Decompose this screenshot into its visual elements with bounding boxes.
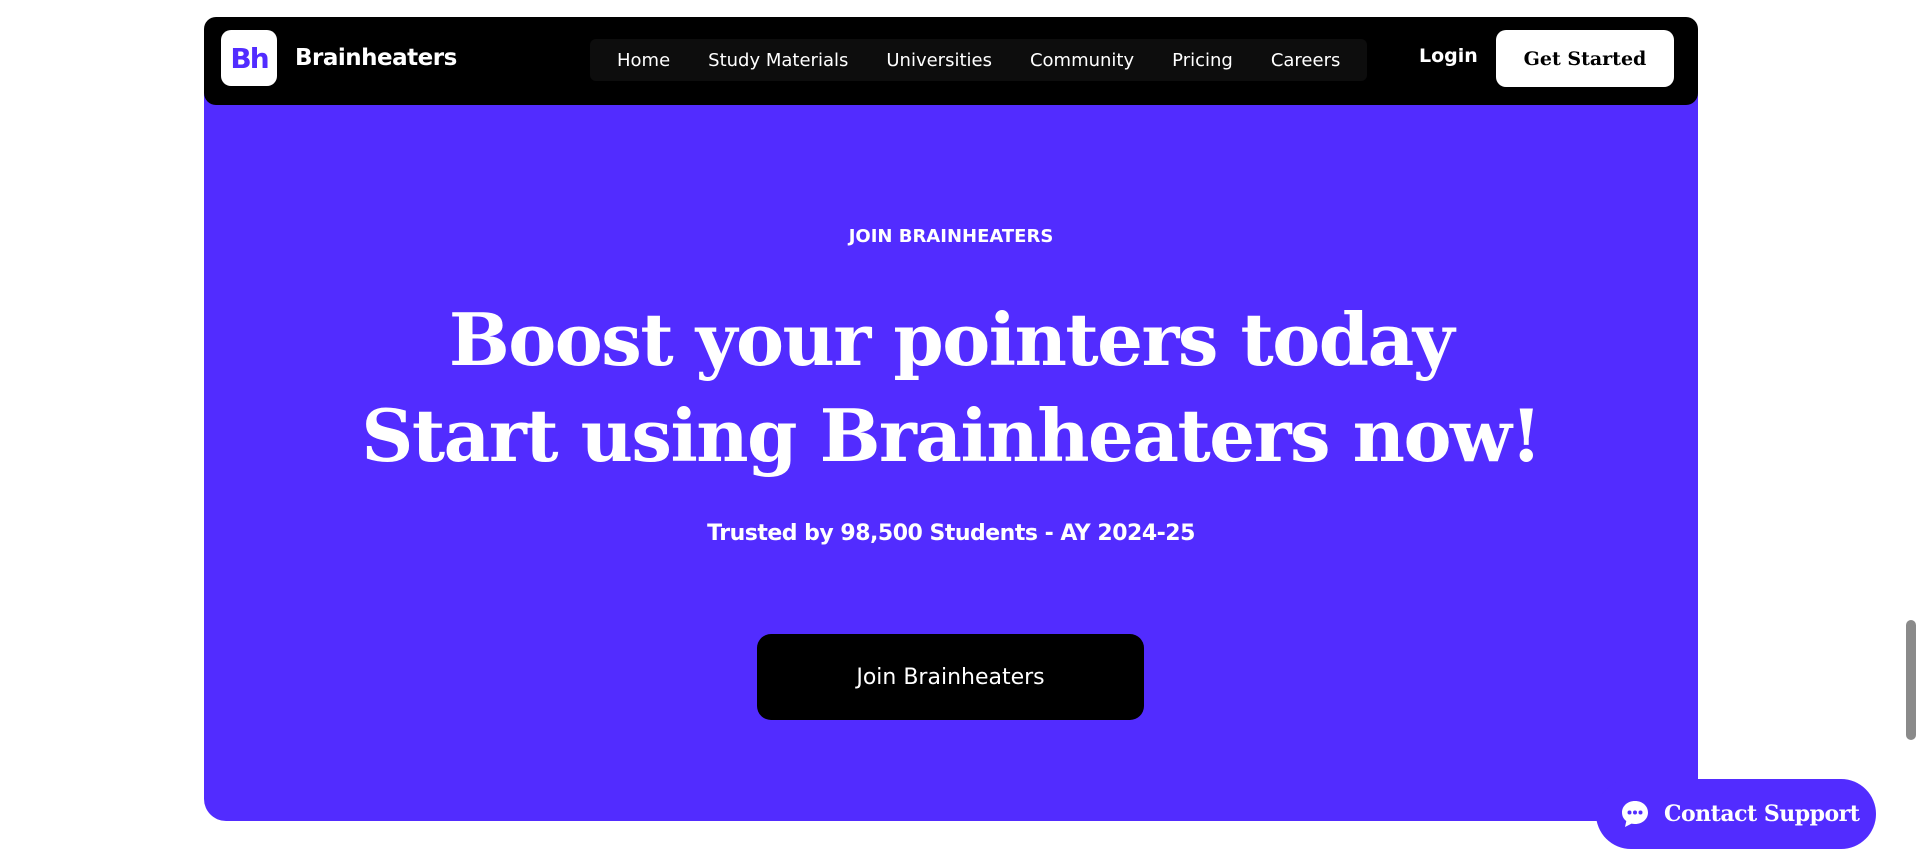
hero-section: JOIN BRAINHEATERS Boost your pointers to… (204, 80, 1698, 821)
nav-links: Home Study Materials Universities Commun… (590, 39, 1368, 81)
nav-link-pricing[interactable]: Pricing (1153, 50, 1252, 71)
trusted-by-text: Trusted by 98,500 Students - AY 2024-25 (707, 521, 1195, 546)
login-link[interactable]: Login (1419, 45, 1478, 67)
join-brainheaters-button[interactable]: Join Brainheaters (757, 634, 1144, 720)
get-started-button[interactable]: Get Started (1496, 30, 1674, 87)
contact-support-label: Contact Support (1664, 801, 1860, 827)
nav-link-community[interactable]: Community (1011, 50, 1153, 71)
brand-logo[interactable]: Bh (221, 30, 277, 86)
nav-link-careers[interactable]: Careers (1252, 50, 1360, 71)
nav-link-universities[interactable]: Universities (867, 50, 1011, 71)
contact-support-button[interactable]: Contact Support (1596, 779, 1876, 849)
nav-link-study-materials[interactable]: Study Materials (689, 50, 867, 71)
hero-eyebrow: JOIN BRAINHEATERS (848, 226, 1054, 247)
hero-headline: Boost your pointers today Start using Br… (204, 292, 1698, 484)
chat-bubble-icon (1620, 799, 1650, 829)
hero-headline-line-2: Start using Brainheaters now! (361, 393, 1542, 478)
hero-headline-line-1: Boost your pointers today (448, 297, 1455, 382)
top-navbar: Bh Brainheaters Home Study Materials Uni… (204, 17, 1698, 105)
scrollbar-thumb[interactable] (1906, 620, 1916, 740)
nav-link-home[interactable]: Home (598, 50, 689, 71)
brand-name[interactable]: Brainheaters (295, 45, 457, 71)
